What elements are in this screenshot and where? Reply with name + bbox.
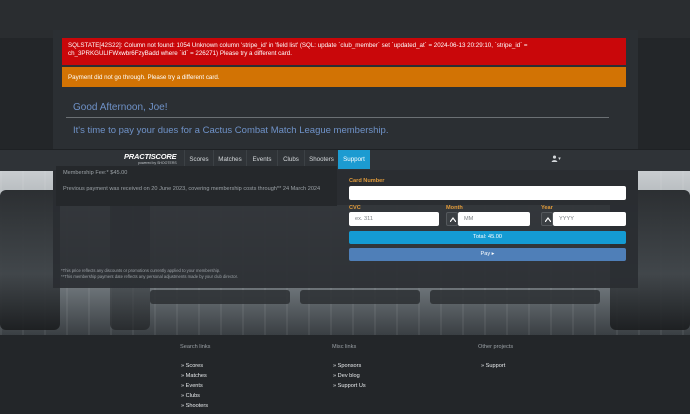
user-menu-caret: ▾ (558, 156, 561, 162)
footer-link-sponsors[interactable]: » Sponsors (333, 363, 361, 369)
footer-link-label: Support Us (337, 383, 366, 389)
hero-rail (150, 290, 290, 304)
footer-search-links-title: Search links (180, 344, 211, 350)
month-input[interactable]: MM (458, 212, 530, 226)
dues-text: It's time to pay your dues for a Cactus … (73, 125, 389, 136)
chevron-up-icon (545, 217, 551, 222)
hero-equipment (0, 190, 60, 330)
footer-link-shooters[interactable]: » Shooters (181, 403, 208, 409)
practiscore-logo[interactable]: PRACTISCORE powered by SHOOTERS (124, 152, 178, 167)
footer-link-label: Matches (185, 373, 207, 379)
previous-payment-text: Previous payment was received on 20 June… (63, 186, 321, 192)
footer-link-clubs[interactable]: » Clubs (181, 393, 200, 399)
hero-rail (300, 290, 420, 304)
logo-subtext: powered by SHOOTERS (138, 161, 177, 165)
footer-link-label: Scores (185, 363, 204, 369)
payment-date-note: **This membership payment date reflects … (61, 274, 238, 279)
cvc-input[interactable]: ex. 311 (349, 212, 439, 226)
footer-link-dev-blog[interactable]: » Dev blog (333, 373, 360, 379)
hero-rail (430, 290, 600, 304)
year-input[interactable]: YYYY (553, 212, 626, 226)
logo-text: PRACTISCORE (124, 152, 177, 161)
footer-link-label: Dev blog (337, 373, 360, 379)
error-alert: SQLSTATE[42S22]: Column not found: 1054 … (62, 38, 626, 65)
membership-fee: Membership Fee:* $45.00 (63, 170, 128, 176)
footer-link-label: Sponsors (337, 363, 362, 369)
discount-note: *This price reflects any discounts or pr… (61, 268, 221, 273)
footer-misc-links-title: Misc links (332, 344, 357, 350)
nav-support[interactable]: Support (338, 150, 370, 169)
month-picker-button[interactable] (446, 212, 458, 226)
footer-link-label: Support (485, 363, 506, 369)
year-label: Year (541, 205, 553, 211)
footer-link-events[interactable]: » Events (181, 383, 203, 389)
footer-link-label: Events (185, 383, 203, 389)
divider (66, 117, 609, 118)
pay-button[interactable]: Pay ▸ (349, 248, 626, 261)
total-amount-button: Total: 45.00 (349, 231, 626, 244)
warning-alert: Payment did not go through. Please try a… (62, 67, 626, 87)
year-picker-button[interactable] (541, 212, 553, 226)
footer-link-scores[interactable]: » Scores (181, 363, 203, 369)
card-number-label: Card Number (349, 178, 385, 184)
month-label: Month (446, 205, 463, 211)
footer-link-matches[interactable]: » Matches (181, 373, 207, 379)
footer-link-support[interactable]: » Support (481, 363, 505, 369)
footer-link-label: Clubs (185, 393, 200, 399)
user-menu-button[interactable]: ▾ (545, 152, 567, 166)
footer-link-label: Shooters (185, 403, 209, 409)
footer-link-support-us[interactable]: » Support Us (333, 383, 366, 389)
greeting-text: Good Afternoon, Joe! (73, 102, 168, 113)
footer-other-projects-title: Other projects (478, 344, 514, 350)
card-number-input[interactable] (349, 186, 626, 200)
cvc-label: CVC (349, 205, 361, 211)
chevron-up-icon (450, 217, 456, 222)
